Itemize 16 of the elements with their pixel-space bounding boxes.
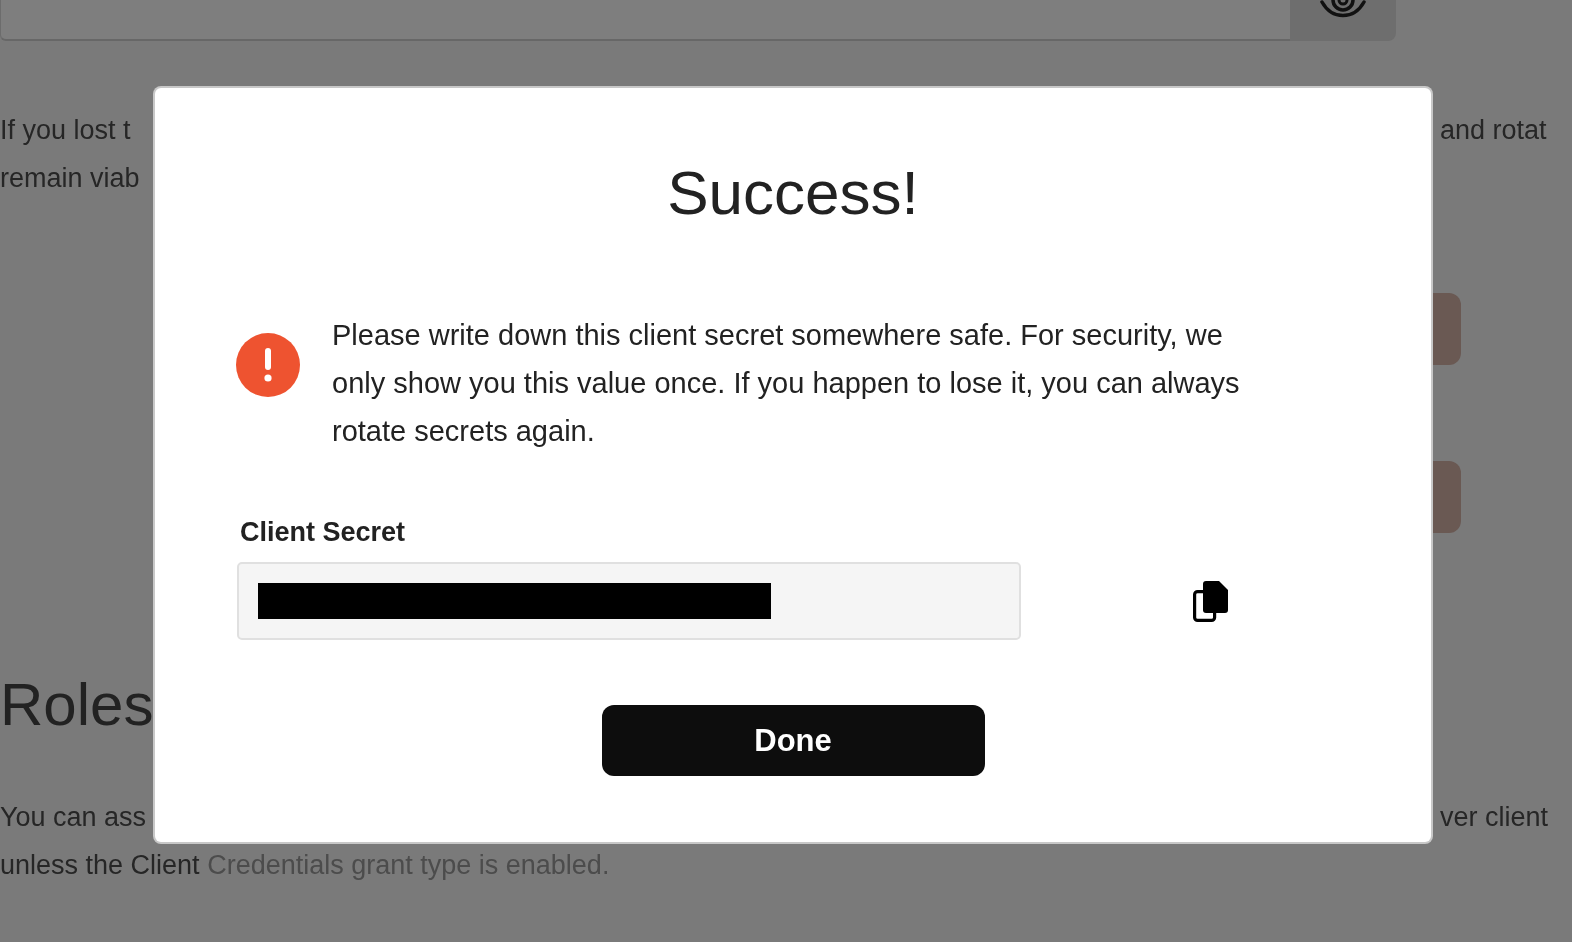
dialog-title: Success! xyxy=(667,157,919,229)
visibility-toggle-button[interactable] xyxy=(1290,0,1396,41)
alert-message: Please write down this client secret somewhere safe. For security, we only show you this value once. If you happen to lose it, you can always rotate secrets again. xyxy=(332,318,1241,449)
body-text: and rotat xyxy=(1440,115,1547,145)
copy-icon[interactable] xyxy=(1193,580,1228,622)
section-heading: Roles xyxy=(0,670,154,740)
done-button[interactable]: Done xyxy=(601,705,985,776)
secret-field[interactable] xyxy=(237,562,1021,640)
body-text: ver client xyxy=(1440,802,1549,832)
body-text: remain viab xyxy=(0,163,140,193)
field-label: Client Secret xyxy=(240,516,406,549)
eye-icon xyxy=(1320,0,1366,20)
button-edge xyxy=(1431,461,1461,533)
body-text: You can ass xyxy=(0,802,147,832)
body-text: If you lost t xyxy=(0,115,131,145)
button-edge xyxy=(1431,293,1461,365)
